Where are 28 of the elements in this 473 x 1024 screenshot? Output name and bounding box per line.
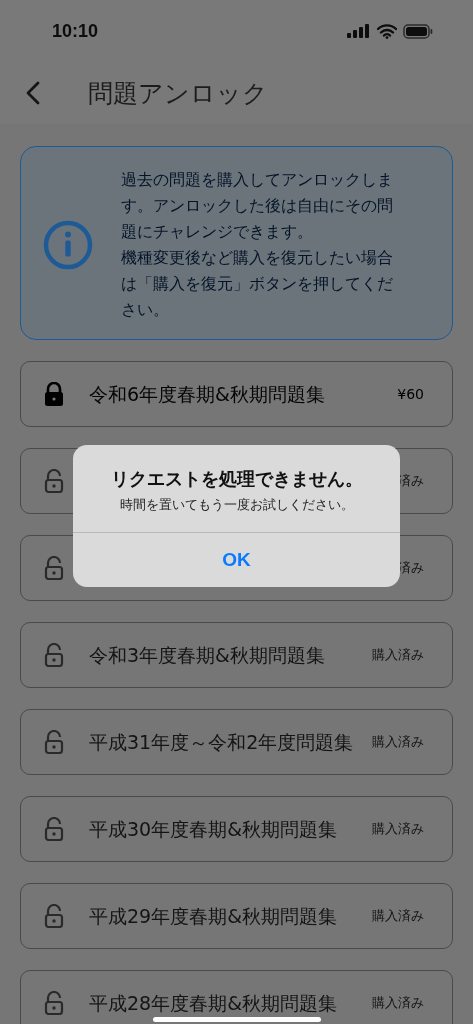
item-status: 購入済み (372, 820, 424, 838)
back-icon[interactable] (24, 81, 42, 105)
item-status: 購入済み (372, 646, 424, 664)
item-title: 令和3年度春期&秋期問題集 (89, 643, 326, 668)
purchase-item[interactable]: 令和3年度春期&秋期問題集 購入済み (20, 622, 453, 688)
item-status: 購入済み (372, 733, 424, 751)
purchase-item[interactable]: 平成29年度春期&秋期問題集 購入済み (20, 883, 453, 949)
item-title: 平成28年度春期&秋期問題集 (89, 991, 338, 1016)
item-price: ¥60 (397, 386, 424, 402)
purchase-item[interactable]: 令和6年度春期&秋期問題集 ¥60 (20, 361, 453, 427)
item-status: 購入済み (372, 994, 424, 1012)
info-icon (43, 220, 93, 270)
item-title: 平成29年度春期&秋期問題集 (89, 904, 338, 929)
status-time: 10:10 (52, 20, 99, 42)
alert-message: 時間を置いてもう一度お試しください。 (119, 497, 354, 514)
item-title: 平成30年度春期&秋期問題集 (89, 817, 338, 842)
alert-title: リクエストを処理できません。 (110, 467, 363, 491)
item-status: 購入済み (372, 907, 424, 925)
purchase-item[interactable]: 平成30年度春期&秋期問題集 購入済み (20, 796, 453, 862)
info-text: 機種変更後など購入を復元したい場合は「購入を復元」ボタンを押してください。 (121, 247, 394, 321)
item-title: 平成31年度～令和2年度問題集 (89, 730, 355, 755)
item-title: 令和6年度春期&秋期問題集 (89, 382, 326, 407)
signal-icon (347, 24, 371, 38)
page-title: 問題アンロック (88, 77, 268, 110)
info-text: 過去の問題を購入してアンロックします。アンロックした後は自由にその問題にチャレンジできます。 (121, 169, 394, 243)
battery-icon (403, 23, 433, 39)
purchase-item[interactable]: 平成31年度～令和2年度問題集 購入済み (20, 709, 453, 775)
wifi-icon (377, 23, 397, 39)
